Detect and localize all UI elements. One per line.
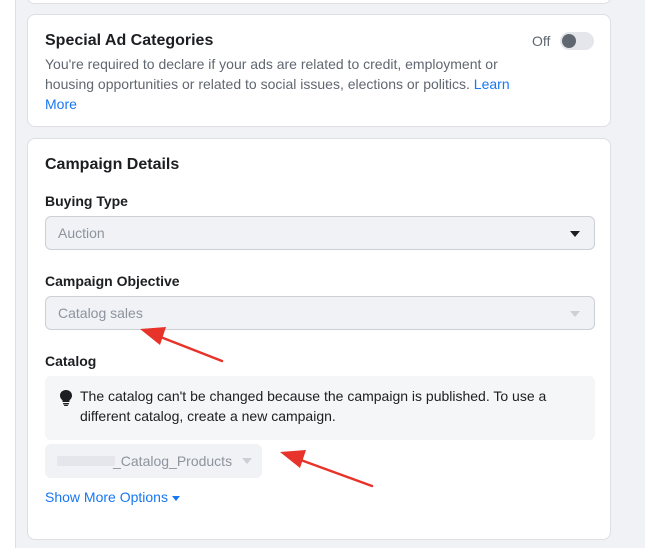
buying-type-label: Buying Type xyxy=(45,193,128,209)
catalog-notice-text: The catalog can't be changed because the… xyxy=(80,388,547,424)
chevron-down-icon xyxy=(242,458,252,464)
chevron-down-icon xyxy=(570,311,580,317)
campaign-details-title: Campaign Details xyxy=(45,156,180,173)
toggle-state-label: Off xyxy=(532,33,551,49)
lightbulb-icon xyxy=(60,390,72,406)
show-more-options-link[interactable]: Show More Options xyxy=(45,489,180,505)
left-panel-edge xyxy=(0,0,16,548)
campaign-objective-label: Campaign Objective xyxy=(45,273,180,289)
special-ad-categories-text: You're required to declare if your ads a… xyxy=(45,56,498,92)
buying-type-value: Auction xyxy=(58,225,105,241)
campaign-objective-value: Catalog sales xyxy=(58,305,143,321)
caret-down-icon xyxy=(171,495,180,501)
previous-card-bottom xyxy=(27,0,611,4)
buying-type-select[interactable]: Auction xyxy=(45,216,595,250)
catalog-notice: The catalog can't be changed because the… xyxy=(45,376,595,440)
toggle-knob xyxy=(562,34,576,48)
catalog-label: Catalog xyxy=(45,353,97,369)
campaign-objective-select[interactable]: Catalog sales xyxy=(45,296,595,330)
special-ad-categories-card: Special Ad Categories You're required to… xyxy=(27,14,611,127)
catalog-value: _Catalog_Products xyxy=(113,453,233,469)
special-ad-categories-title: Special Ad Categories xyxy=(45,32,214,49)
campaign-details-card: Campaign Details Buying Type Auction Cam… xyxy=(27,138,611,540)
special-ad-categories-toggle[interactable] xyxy=(560,32,594,50)
chevron-down-icon xyxy=(570,231,580,237)
redacted-text xyxy=(57,456,115,466)
special-ad-categories-description: You're required to declare if your ads a… xyxy=(45,54,535,114)
show-more-options-label: Show More Options xyxy=(45,489,168,505)
catalog-select[interactable]: _Catalog_Products xyxy=(45,444,262,478)
